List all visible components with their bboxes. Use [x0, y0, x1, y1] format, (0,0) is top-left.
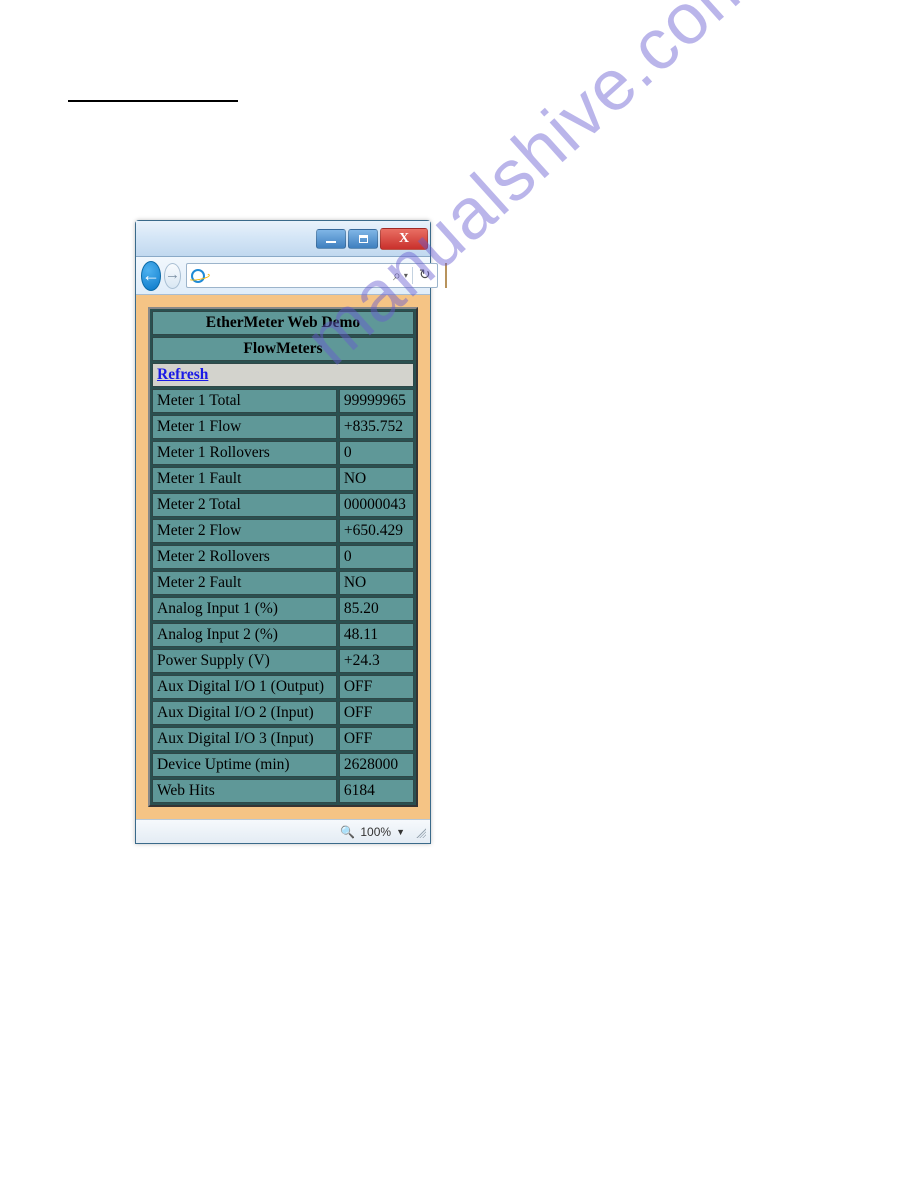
table-row: Meter 2 Total00000043 [152, 493, 414, 517]
close-button[interactable]: X [380, 228, 428, 250]
row-label: Aux Digital I/O 2 (Input) [152, 701, 337, 725]
toolbar-tab-sliver[interactable] [445, 263, 447, 288]
row-value: OFF [339, 727, 414, 751]
search-dropdown-icon[interactable]: ▾ [404, 271, 412, 280]
refresh-row: Refresh [152, 363, 414, 387]
table-row: Meter 2 FaultNO [152, 571, 414, 595]
minimize-icon [326, 241, 336, 243]
table-row: Meter 1 Flow+835.752 [152, 415, 414, 439]
table-title-row: EtherMeter Web Demo [152, 311, 414, 335]
reload-icon[interactable]: ↻ [412, 267, 437, 284]
row-value: 48.11 [339, 623, 414, 647]
table-row: Aux Digital I/O 2 (Input)OFF [152, 701, 414, 725]
table-subtitle-row: FlowMeters [152, 337, 414, 361]
table-row: Meter 1 Rollovers0 [152, 441, 414, 465]
maximize-icon [359, 235, 368, 243]
refresh-cell: Refresh [152, 363, 414, 387]
row-value: +24.3 [339, 649, 414, 673]
row-value: OFF [339, 675, 414, 699]
table-row: Meter 1 Total99999965 [152, 389, 414, 413]
row-label: Meter 1 Flow [152, 415, 337, 439]
row-value: 6184 [339, 779, 414, 803]
search-icon[interactable]: ⌕ [390, 267, 404, 284]
table-row: Meter 2 Flow+650.429 [152, 519, 414, 543]
row-label: Aux Digital I/O 1 (Output) [152, 675, 337, 699]
zoom-dropdown-icon[interactable]: ▼ [396, 827, 405, 837]
row-label: Analog Input 2 (%) [152, 623, 337, 647]
back-arrow-icon: ← [142, 265, 160, 286]
row-label: Web Hits [152, 779, 337, 803]
address-input[interactable] [208, 264, 390, 287]
zoom-magnifier-icon[interactable]: 🔍 [340, 825, 355, 839]
row-value: 85.20 [339, 597, 414, 621]
row-value: NO [339, 571, 414, 595]
row-label: Meter 1 Rollovers [152, 441, 337, 465]
maximize-button[interactable] [348, 229, 378, 249]
row-value: 2628000 [339, 753, 414, 777]
row-label: Device Uptime (min) [152, 753, 337, 777]
status-bar: 🔍 100% ▼ [136, 819, 430, 843]
address-bar-group: ⌕ ▾ ↻ [186, 263, 438, 288]
minimize-button[interactable] [316, 229, 346, 249]
row-label: Meter 2 Total [152, 493, 337, 517]
ie-icon [191, 269, 205, 283]
row-value: +835.752 [339, 415, 414, 439]
page-title: EtherMeter Web Demo [152, 311, 414, 335]
table-row: Aux Digital I/O 3 (Input)OFF [152, 727, 414, 751]
page-subtitle: FlowMeters [152, 337, 414, 361]
row-label: Power Supply (V) [152, 649, 337, 673]
zoom-level[interactable]: 100% [360, 825, 391, 839]
browser-window: X ← → ⌕ ▾ ↻ EtherMeter Web Demo FlowMete… [135, 220, 431, 844]
row-value: 0 [339, 441, 414, 465]
row-label: Meter 1 Total [152, 389, 337, 413]
forward-arrow-icon: → [165, 267, 180, 284]
page-horizontal-rule [68, 100, 238, 102]
table-row: Web Hits6184 [152, 779, 414, 803]
resize-grip[interactable] [414, 826, 426, 838]
browser-toolbar: ← → ⌕ ▾ ↻ [136, 257, 430, 295]
row-label: Meter 2 Flow [152, 519, 337, 543]
table-row: Meter 1 FaultNO [152, 467, 414, 491]
row-label: Meter 2 Fault [152, 571, 337, 595]
close-icon: X [399, 231, 409, 247]
row-value: OFF [339, 701, 414, 725]
row-value: NO [339, 467, 414, 491]
meter-data-table: EtherMeter Web Demo FlowMeters Refresh M… [148, 307, 418, 807]
row-value: +650.429 [339, 519, 414, 543]
table-row: Analog Input 1 (%)85.20 [152, 597, 414, 621]
table-row: Power Supply (V)+24.3 [152, 649, 414, 673]
row-label: Meter 1 Fault [152, 467, 337, 491]
table-row: Analog Input 2 (%)48.11 [152, 623, 414, 647]
row-label: Meter 2 Rollovers [152, 545, 337, 569]
table-row: Aux Digital I/O 1 (Output)OFF [152, 675, 414, 699]
window-titlebar[interactable]: X [136, 221, 430, 257]
row-value: 00000043 [339, 493, 414, 517]
back-button[interactable]: ← [141, 261, 161, 291]
row-value: 99999965 [339, 389, 414, 413]
row-label: Aux Digital I/O 3 (Input) [152, 727, 337, 751]
page-content: EtherMeter Web Demo FlowMeters Refresh M… [136, 295, 430, 819]
refresh-link[interactable]: Refresh [157, 366, 208, 383]
table-row: Device Uptime (min)2628000 [152, 753, 414, 777]
forward-button[interactable]: → [164, 263, 181, 289]
table-row: Meter 2 Rollovers0 [152, 545, 414, 569]
row-label: Analog Input 1 (%) [152, 597, 337, 621]
row-value: 0 [339, 545, 414, 569]
